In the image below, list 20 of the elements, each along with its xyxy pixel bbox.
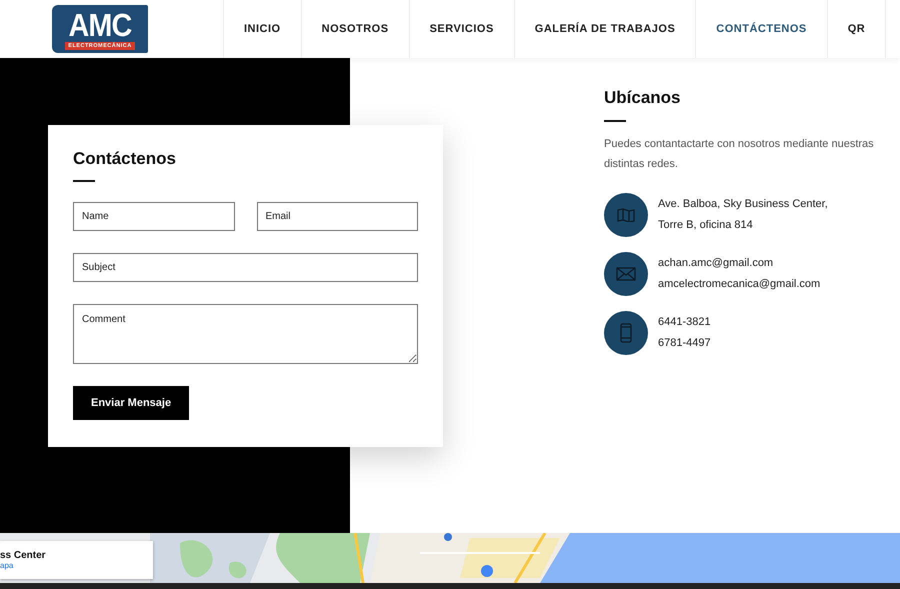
contact-line: amcelectromecanica@gmail.com [658, 277, 820, 292]
form-title: Contáctenos [73, 149, 177, 169]
map-icon [617, 208, 635, 222]
name-field[interactable]: Name [73, 202, 234, 231]
envelope-icon [616, 267, 636, 281]
email-field[interactable]: Email [256, 202, 418, 231]
send-button[interactable]: Enviar Mensaje [73, 386, 190, 420]
contact-line: achan.amc@gmail.com [658, 256, 774, 271]
comment-field[interactable]: Comment [73, 304, 418, 364]
contact-line: Torre B, oficina 814 [658, 218, 754, 233]
contact-line: 6781-4497 [658, 336, 711, 351]
phone-icon [620, 323, 632, 343]
map-link[interactable]: apa [0, 561, 14, 570]
logo-letters: AMC [68, 8, 132, 42]
subject-field[interactable]: Subject [73, 253, 418, 282]
contact-line: 6441-3821 [658, 315, 711, 330]
intro-text: Puedes contantactarte con nosotros mediante nuestras distintas redes. [604, 137, 874, 172]
contact-line: Ave. Balboa, Sky Business Center, [658, 197, 828, 212]
place-name: ss Center [0, 550, 47, 561]
location-title: Ubícanos [604, 88, 682, 108]
